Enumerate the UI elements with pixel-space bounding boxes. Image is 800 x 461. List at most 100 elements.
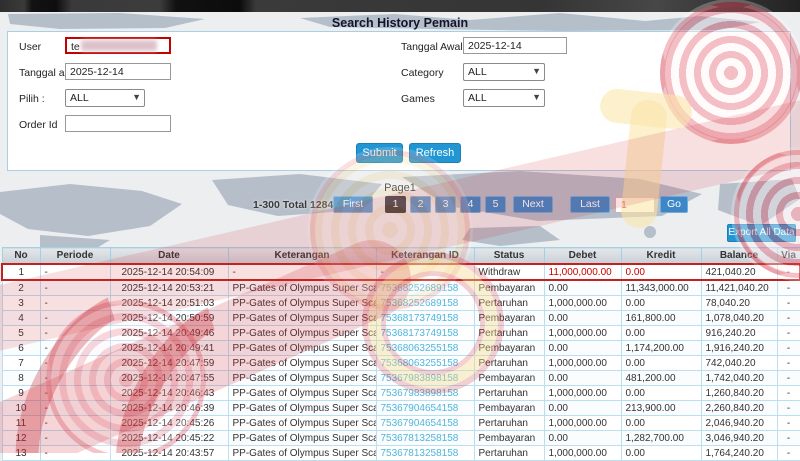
top-bar (0, 0, 800, 12)
table-cell-date: 2025-12-14 20:46:43 (109, 385, 229, 401)
goto-page-input[interactable]: 1 (615, 197, 655, 213)
table-cell-status: Pembayaran (473, 430, 545, 446)
table-header-kredit: Kredit (620, 247, 702, 265)
table-cell-kredit: 161,800.00 (620, 310, 702, 326)
chevron-down-icon: ▼ (532, 92, 541, 102)
table-cell-via: - (776, 415, 800, 431)
table-cell-kredit: 0.00 (620, 263, 702, 281)
table-header-keterangan: Keterangan (227, 247, 377, 265)
table-header-balance: Balance (700, 247, 778, 265)
table-cell-debet: 1,000,000.00 (543, 385, 622, 401)
table-cell-balance: 1,260,840.20 (700, 385, 778, 401)
table-row: 12-2025-12-14 20:45:22 PP-Gates of Olympu… (1, 430, 800, 446)
table-cell-kredit: 0.00 (620, 415, 702, 431)
table-cell-periode: - (39, 355, 111, 371)
keterangan-id-link[interactable]: 75368063255158 (375, 340, 475, 356)
tanggal-akhir-input[interactable]: 2025-12-14 (65, 63, 171, 80)
table-cell-kredit: 213,900.00 (620, 400, 702, 416)
page-button-3[interactable]: 3 (435, 196, 456, 213)
table-cell-via: - (776, 279, 800, 296)
table-cell-balance: 742,040.20 (700, 355, 778, 371)
page-button-2[interactable]: 2 (410, 196, 431, 213)
keterangan-id-link[interactable]: 75367904654158 (375, 400, 475, 416)
user-input[interactable]: te (65, 37, 171, 54)
table-cell-debet: 0.00 (543, 370, 622, 386)
table-cell-via: - (776, 325, 800, 341)
keterangan-id-link[interactable]: 75368252689158 (375, 279, 475, 296)
table-cell-status: Withdraw (473, 263, 545, 281)
table-cell-debet: 0.00 (543, 279, 622, 296)
table-cell-debet: 1,000,000.00 (543, 355, 622, 371)
table-cell-date: 2025-12-14 20:49:41 (109, 340, 229, 356)
keterangan-id-link[interactable]: 75367904654158 (375, 415, 475, 431)
chevron-down-icon: ▼ (532, 66, 541, 76)
table-body: 1-2025-12-14 20:54:09- - Withdraw 11,000,00… (1, 263, 800, 461)
table-cell-keterangan: PP-Gates of Olympus Super Scatter (227, 325, 377, 341)
games-select[interactable]: ALL ▼ (463, 89, 545, 107)
table-cell-status: Pembayaran (473, 340, 545, 356)
table-cell-status: Pertaruhan (473, 355, 545, 371)
submit-button[interactable]: Submit (356, 143, 403, 163)
next-page-button[interactable]: Next (513, 196, 553, 213)
table-cell-no: 4 (1, 310, 41, 326)
page-button-1[interactable]: 1 (385, 196, 406, 213)
pilih-value: ALL (70, 92, 89, 104)
go-button[interactable]: Go (660, 196, 688, 213)
table-cell-keterangan: PP-Gates of Olympus Super Scatter (227, 385, 377, 401)
table-cell-no: 1 (1, 263, 41, 281)
table-header-no: No (1, 247, 41, 265)
page-button-4[interactable]: 4 (460, 196, 481, 213)
page-button-5[interactable]: 5 (485, 196, 506, 213)
user-label: User (19, 41, 42, 53)
refresh-button[interactable]: Refresh (409, 143, 461, 163)
keterangan-id-link[interactable]: 75367813258158 (375, 430, 475, 446)
pilih-select[interactable]: ALL ▼ (65, 89, 145, 107)
keterangan-id-link[interactable]: 75367983898158 (375, 370, 475, 386)
page-title: Search History Pemain (331, 16, 469, 30)
keterangan-id-link[interactable]: 75367983898158 (375, 385, 475, 401)
table-row: 5-2025-12-14 20:49:46 PP-Gates of Olympus… (1, 325, 800, 341)
table-cell-keterangan: PP-Gates of Olympus Super Scatter (227, 400, 377, 416)
table-cell-via: - (776, 445, 800, 461)
table-cell-no: 6 (1, 340, 41, 356)
table-row: 6-2025-12-14 20:49:41 PP-Gates of Olympus… (1, 340, 800, 356)
table-cell-via: - (776, 340, 800, 356)
order-id-input[interactable] (65, 115, 171, 132)
table-header-via: Via (776, 247, 800, 265)
table-cell-date: 2025-12-14 20:45:22 (109, 430, 229, 446)
search-panel: User te Tanggal akhir 2025-12-14 Pilih :… (7, 31, 791, 171)
table-cell-no: 9 (1, 385, 41, 401)
export-all-data-button[interactable]: Export All Data (727, 224, 796, 242)
category-select[interactable]: ALL ▼ (463, 63, 545, 81)
table-cell-periode: - (39, 295, 111, 311)
games-value: ALL (468, 92, 487, 104)
table-cell-periode: - (39, 415, 111, 431)
keterangan-id-link[interactable]: 75368252689158 (375, 295, 475, 311)
keterangan-id-link[interactable]: 75368173749158 (375, 325, 475, 341)
table-cell-balance: 3,046,940.20 (700, 430, 778, 446)
first-page-button[interactable]: First (333, 196, 373, 213)
table-row: 7-2025-12-14 20:47:59 PP-Gates of Olympus… (1, 355, 800, 371)
table-cell-balance: 1,742,040.20 (700, 370, 778, 386)
keterangan-id-link[interactable]: 75368063255158 (375, 355, 475, 371)
table-row: 3-2025-12-14 20:51:03 PP-Gates of Olympus… (1, 295, 800, 311)
table-cell-balance: 1,078,040.20 (700, 310, 778, 326)
table-row: 8-2025-12-14 20:47:55 PP-Gates of Olympus… (1, 370, 800, 386)
table-cell-debet: 0.00 (543, 340, 622, 356)
table-cell-status: Pembayaran (473, 400, 545, 416)
last-page-button[interactable]: Last (570, 196, 610, 213)
table-cell-balance: 11,421,040.20 (700, 279, 778, 296)
keterangan-id-link[interactable]: 75368173749158 (375, 310, 475, 326)
keterangan-id-link[interactable]: 75367813258158 (375, 445, 475, 461)
table-cell-status: Pertaruhan (473, 325, 545, 341)
tanggal-awal-input[interactable]: 2025-12-14 (463, 37, 567, 54)
redaction-blur (80, 40, 157, 51)
table-cell-date: 2025-12-14 20:47:59 (109, 355, 229, 371)
table-cell-date: 2025-12-14 20:50:59 (109, 310, 229, 326)
table-cell-kredit: 0.00 (620, 355, 702, 371)
table-cell-debet: 0.00 (543, 310, 622, 326)
table-cell-kredit: 0.00 (620, 295, 702, 311)
table-cell-kredit: 1,282,700.00 (620, 430, 702, 446)
tanggal-awal-label: Tanggal Awal (401, 41, 463, 53)
table-cell-no: 10 (1, 400, 41, 416)
